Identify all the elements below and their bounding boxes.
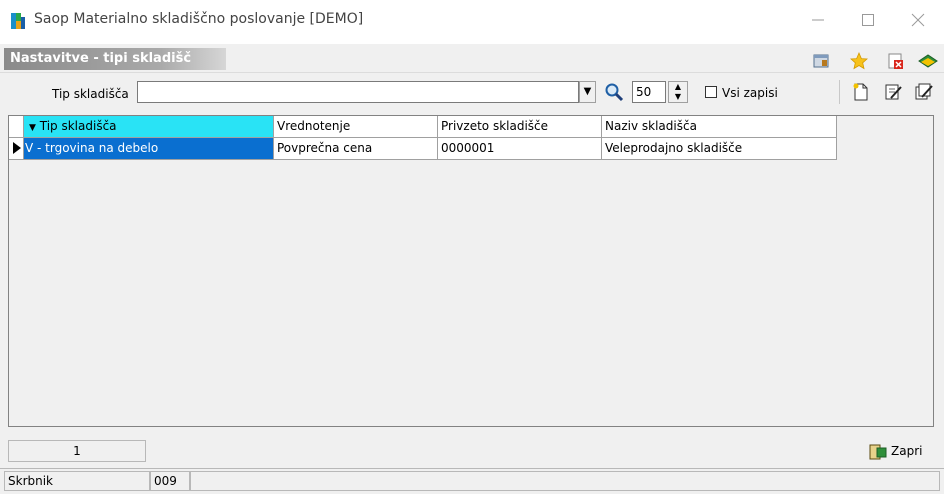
- star-icon[interactable]: [850, 51, 868, 70]
- toolbar-divider: [839, 80, 840, 104]
- close-button[interactable]: Zapri: [868, 441, 940, 463]
- edit-multiple-icon[interactable]: [914, 82, 934, 102]
- page-indicator: 1: [8, 440, 146, 462]
- record-limit-stepper[interactable]: ▲ ▼: [668, 81, 688, 103]
- row-indicator-header: [9, 116, 24, 138]
- filter-label: Tip skladišča: [52, 87, 129, 101]
- window-icon[interactable]: [812, 52, 830, 70]
- chevron-down-icon[interactable]: ▼: [579, 81, 596, 103]
- sort-desc-icon: ▼: [29, 123, 36, 133]
- help-book-icon[interactable]: [918, 52, 938, 70]
- current-row-indicator-icon: [9, 138, 24, 160]
- table-cell[interactable]: Veleprodajno skladišče: [602, 138, 837, 160]
- window-title: Saop Materialno skladiščno poslovanje [D…: [34, 11, 364, 27]
- status-code: 009: [150, 471, 190, 491]
- record-limit-input[interactable]: 50: [632, 81, 666, 103]
- new-record-icon[interactable]: [851, 82, 871, 102]
- exit-door-icon: [869, 444, 887, 459]
- table-cell[interactable]: 0000001: [438, 138, 602, 160]
- close-icon[interactable]: [898, 8, 938, 36]
- search-icon[interactable]: [604, 82, 624, 102]
- status-message: [190, 471, 940, 491]
- column-header-vrednotenje[interactable]: Vrednotenje: [274, 116, 438, 138]
- filter-input[interactable]: [137, 81, 579, 103]
- minimize-icon[interactable]: [798, 8, 838, 36]
- data-grid[interactable]: [8, 115, 934, 427]
- stepper-down-icon[interactable]: ▼: [669, 92, 687, 102]
- edit-record-icon[interactable]: [883, 82, 903, 102]
- column-header-label: Tip skladišča: [39, 119, 117, 133]
- status-user: Skrbnik: [4, 471, 150, 491]
- app-icon: [10, 12, 26, 30]
- column-header-tip[interactable]: ▼ Tip skladišča: [24, 116, 274, 138]
- close-button-label: Zapri: [891, 444, 923, 458]
- column-header-naziv[interactable]: Naziv skladišča: [602, 116, 837, 138]
- maximize-icon[interactable]: [848, 8, 888, 36]
- form-title: Nastavitve - tipi skladišč: [4, 48, 226, 70]
- table-cell[interactable]: Povprečna cena: [274, 138, 438, 160]
- column-header-privzeto[interactable]: Privzeto skladišče: [438, 116, 602, 138]
- table-cell[interactable]: V - trgovina na debelo: [24, 138, 274, 160]
- stepper-up-icon[interactable]: ▲: [669, 82, 687, 92]
- close-document-icon[interactable]: [887, 52, 905, 70]
- all-records-label: Vsi zapisi: [722, 86, 778, 100]
- all-records-checkbox[interactable]: [705, 86, 717, 98]
